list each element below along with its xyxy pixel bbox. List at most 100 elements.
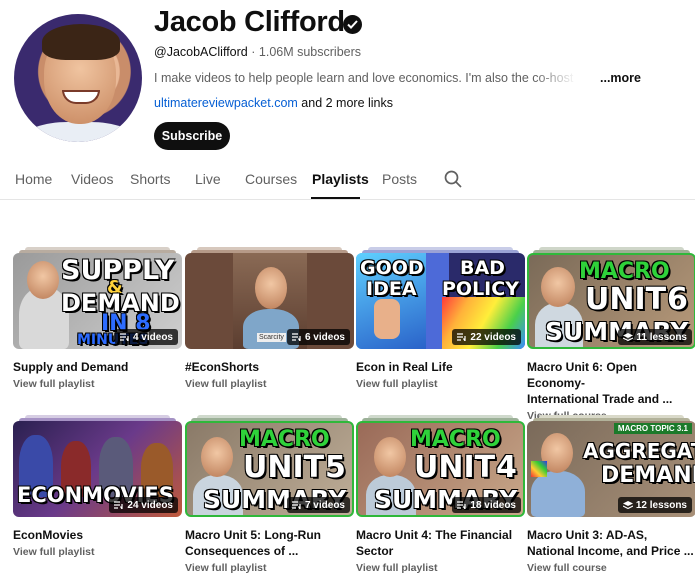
title-line: National Income, and Price ... xyxy=(527,544,694,558)
badge-count: 11 lessons xyxy=(636,331,687,343)
lesson-count-badge: 11 lessons xyxy=(618,329,692,345)
playlist-title[interactable]: Macro Unit 4: The Financial Sector xyxy=(356,527,525,559)
playlist-title[interactable]: Econ in Real Life xyxy=(356,359,525,375)
badge-count: 4 videos xyxy=(132,331,173,343)
thumb-caption: Scarcity xyxy=(257,333,286,342)
course-thumbnail[interactable]: MACRO TOPIC 3.1 AGGREGATE DEMAND 12 less… xyxy=(527,415,695,521)
description-fade xyxy=(534,71,594,85)
view-full-playlist-link[interactable]: View full playlist xyxy=(13,546,182,558)
playlist-thumbnail[interactable]: MACRO UNIT 4 SUMMARY 18 videos xyxy=(356,415,525,521)
channel-tabs: Home Videos Shorts Live Courses Playlist… xyxy=(0,164,695,200)
course-stack-icon xyxy=(622,500,633,509)
view-full-playlist-link[interactable]: View full playlist xyxy=(185,562,354,574)
title-line: International Trade and ... xyxy=(527,392,673,406)
view-full-playlist-link[interactable]: View full playlist xyxy=(356,378,525,390)
tab-shorts[interactable]: Shorts xyxy=(130,171,170,187)
video-count-badge: 6 videos xyxy=(286,329,350,345)
playlist-thumbnail[interactable]: GOOD IDEA BAD POLICY 22 videos xyxy=(356,247,525,353)
verified-check-icon xyxy=(343,15,362,34)
thumb-thumbs-up xyxy=(374,299,400,339)
course-thumbnail[interactable]: MACRO UNIT 6 SUMMARY 11 lessons xyxy=(527,247,695,353)
playlist-card[interactable]: GOOD IDEA BAD POLICY 22 videos Econ in R… xyxy=(356,247,525,390)
channel-handle: @JacobAClifford xyxy=(154,45,248,59)
thumb-text: GOOD xyxy=(360,257,424,279)
thumb-head xyxy=(374,437,406,477)
subscribe-button[interactable]: Subscribe xyxy=(154,122,230,150)
thumb-rubiks-cube xyxy=(531,461,547,477)
badge-count: 22 videos xyxy=(470,331,516,343)
subscriber-count: 1.06M subscribers xyxy=(258,45,362,59)
more-links-button[interactable]: and 2 more links xyxy=(301,96,393,110)
playlist-thumbnail[interactable]: SUPPLY & DEMAND IN 8 MINUTES 4 videos xyxy=(13,247,182,353)
tab-posts[interactable]: Posts xyxy=(382,171,417,187)
channel-avatar[interactable] xyxy=(14,14,142,142)
thumb-text: POLICY xyxy=(442,278,519,300)
badge-count: 24 videos xyxy=(127,499,173,511)
badge-count: 7 videos xyxy=(304,499,345,511)
tab-live[interactable]: Live xyxy=(195,171,221,187)
thumb-text: 4 xyxy=(496,450,517,485)
channel-name: Jacob Clifford xyxy=(154,6,345,38)
playlist-title[interactable]: Supply and Demand xyxy=(13,359,182,375)
search-icon[interactable] xyxy=(444,170,462,188)
video-count-badge: 24 videos xyxy=(109,497,178,513)
playlist-icon xyxy=(291,333,301,341)
playlist-card[interactable]: Scarcity 6 videos #EconShorts View full … xyxy=(185,247,354,390)
thumb-head xyxy=(541,267,575,307)
tab-home[interactable]: Home xyxy=(15,171,52,187)
course-stack-icon xyxy=(623,332,634,341)
thumb-topic-tag: MACRO TOPIC 3.1 xyxy=(613,423,692,434)
course-card[interactable]: MACRO TOPIC 3.1 AGGREGATE DEMAND 12 less… xyxy=(527,415,695,574)
course-title[interactable]: Macro Unit 3: AD-AS, National Income, an… xyxy=(527,527,695,559)
tab-videos[interactable]: Videos xyxy=(71,171,114,187)
view-full-playlist-link[interactable]: View full playlist xyxy=(356,562,525,574)
playlist-icon xyxy=(119,333,129,341)
thumb-text: MACRO xyxy=(239,427,330,452)
playlist-thumbnail[interactable]: MACRO UNIT 5 SUMMARY 7 videos xyxy=(185,415,354,521)
avatar-hair xyxy=(42,24,120,60)
playlist-card[interactable]: MACRO UNIT 5 SUMMARY 7 videos Macro Unit… xyxy=(185,415,354,574)
playlist-title[interactable]: EconMovies xyxy=(13,527,182,543)
title-line: Consequences of ... xyxy=(185,544,299,558)
thumb-head xyxy=(255,267,287,309)
video-count-badge: 4 videos xyxy=(114,329,178,345)
video-count-badge: 7 videos xyxy=(286,497,350,513)
playlist-card[interactable]: SUPPLY & DEMAND IN 8 MINUTES 4 videos Su… xyxy=(13,247,182,390)
badge-count: 18 videos xyxy=(470,499,516,511)
description-text: I make videos to help people learn and l… xyxy=(154,71,594,85)
avatar-shirt xyxy=(24,122,134,142)
thumb-text: DEMAND xyxy=(601,463,695,488)
playlist-thumbnail[interactable]: Scarcity 6 videos xyxy=(185,247,354,353)
playlist-card[interactable]: ECONMOVIES 24 videos EconMovies View ful… xyxy=(13,415,182,558)
thumb-text: MACRO xyxy=(579,259,670,284)
thumb-head xyxy=(201,437,233,477)
tab-courses[interactable]: Courses xyxy=(245,171,297,187)
playlist-icon xyxy=(291,501,301,509)
channel-link[interactable]: ultimatereviewpacket.com xyxy=(154,96,298,110)
playlist-title[interactable]: Macro Unit 5: Long-Run Consequences of .… xyxy=(185,527,354,559)
meta-separator: · xyxy=(251,45,256,59)
thumb-text: UNIT xyxy=(243,450,325,485)
playlist-thumbnail[interactable]: ECONMOVIES 24 videos xyxy=(13,415,182,521)
playlist-title[interactable]: #EconShorts xyxy=(185,359,354,375)
thumb-text: 5 xyxy=(325,450,346,485)
channel-description[interactable]: I make videos to help people learn and l… xyxy=(154,71,594,85)
video-count-badge: 18 videos xyxy=(452,497,521,513)
view-full-playlist-link[interactable]: View full playlist xyxy=(185,378,354,390)
thumb-text: AGGREGATE xyxy=(583,439,695,463)
description-more-button[interactable]: ...more xyxy=(600,71,641,85)
view-full-course-link[interactable]: View full course xyxy=(527,562,695,574)
title-line: Macro Unit 3: AD-AS, xyxy=(527,528,648,542)
video-count-badge: 22 videos xyxy=(452,329,521,345)
course-card[interactable]: MACRO UNIT 6 SUMMARY 11 lessons Macro Un… xyxy=(527,247,695,422)
view-full-playlist-link[interactable]: View full playlist xyxy=(13,378,182,390)
thumb-text: IDEA xyxy=(366,278,417,300)
playlist-card[interactable]: MACRO UNIT 4 SUMMARY 18 videos Macro Uni… xyxy=(356,415,525,574)
thumb-text: UNIT xyxy=(585,282,667,317)
thumb-text: UNIT xyxy=(414,450,496,485)
title-line: Sector xyxy=(356,544,394,558)
tab-playlists[interactable]: Playlists xyxy=(312,171,369,187)
playlist-icon xyxy=(457,333,467,341)
course-title[interactable]: Macro Unit 6: Open Economy- Internationa… xyxy=(527,359,695,407)
thumb-head xyxy=(27,261,59,299)
